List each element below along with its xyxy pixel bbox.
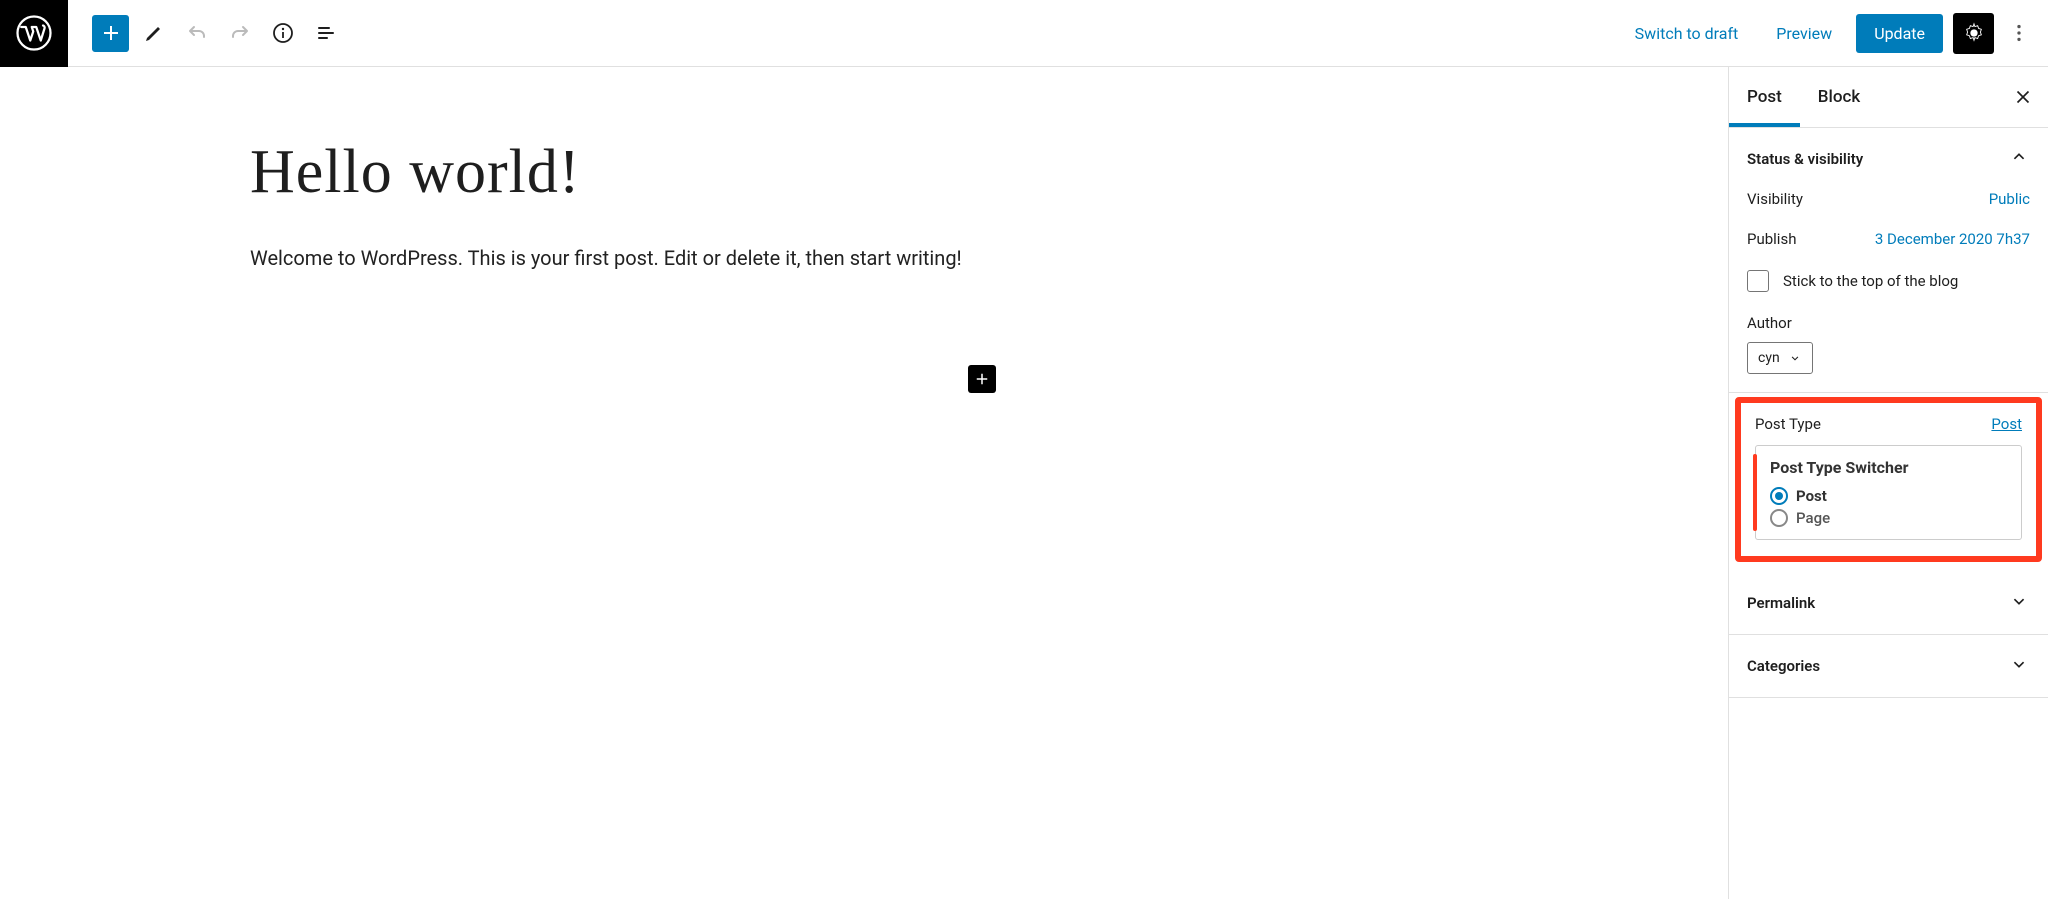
- switcher-title: Post Type Switcher: [1770, 458, 2007, 477]
- sticky-checkbox[interactable]: [1747, 270, 1769, 292]
- redo-icon: [228, 21, 252, 45]
- chevron-down-icon: [2008, 653, 2030, 679]
- dots-vertical-icon: [2008, 22, 2030, 44]
- panel-title: Categories: [1747, 657, 1820, 675]
- undo-button[interactable]: [178, 15, 215, 52]
- post-type-highlight: Post Type Post Post Type Switcher Post P…: [1735, 397, 2042, 562]
- post-type-label: Post Type: [1755, 415, 1821, 433]
- chevron-down-icon: [1788, 351, 1802, 365]
- preview-button[interactable]: Preview: [1762, 14, 1846, 53]
- radio-post-label: Post: [1796, 487, 1827, 505]
- radio-page[interactable]: [1770, 509, 1788, 527]
- wordpress-logo[interactable]: [0, 0, 68, 67]
- chevron-up-icon: [2008, 146, 2030, 172]
- outline-button[interactable]: [307, 15, 344, 52]
- sidebar-tabs: Post Block: [1729, 67, 2048, 128]
- sticky-label: Stick to the top of the blog: [1783, 272, 1958, 290]
- permalink-panel: Permalink: [1729, 572, 2048, 635]
- undo-icon: [185, 21, 209, 45]
- editor-topbar: Switch to draft Preview Update: [0, 0, 2048, 67]
- wordpress-icon: [16, 15, 52, 51]
- panel-title: Permalink: [1747, 594, 1815, 612]
- plus-icon: [973, 370, 991, 388]
- author-value: cyn: [1758, 350, 1780, 366]
- publish-date-value[interactable]: 3 December 2020 7h37: [1875, 230, 2030, 248]
- radio-option-page[interactable]: Page: [1770, 509, 2007, 527]
- categories-panel: Categories: [1729, 635, 2048, 698]
- more-options-button[interactable]: [2004, 13, 2034, 54]
- author-select[interactable]: cyn: [1747, 342, 1813, 374]
- update-button[interactable]: Update: [1856, 14, 1943, 53]
- radio-post[interactable]: [1770, 487, 1788, 505]
- gear-icon: [1963, 22, 1985, 44]
- panel-title: Status & visibility: [1747, 150, 1863, 168]
- info-button[interactable]: [264, 15, 301, 52]
- visibility-label: Visibility: [1747, 190, 1803, 208]
- info-icon: [271, 21, 295, 45]
- post-title[interactable]: Hello world!: [250, 137, 1000, 208]
- publish-label: Publish: [1747, 230, 1796, 248]
- visibility-value[interactable]: Public: [1989, 190, 2030, 208]
- status-visibility-panel: Status & visibility Visibility Public Pu…: [1729, 128, 2048, 393]
- switch-to-draft-button[interactable]: Switch to draft: [1621, 14, 1753, 53]
- post-type-switcher-card: Post Type Switcher Post Page: [1755, 445, 2022, 540]
- status-visibility-toggle[interactable]: Status & visibility: [1747, 146, 2030, 172]
- radio-option-post[interactable]: Post: [1770, 487, 2007, 505]
- chevron-down-icon: [2008, 590, 2030, 616]
- categories-toggle[interactable]: Categories: [1747, 653, 2030, 679]
- settings-button[interactable]: [1953, 13, 1994, 54]
- inline-add-block-button[interactable]: [968, 365, 996, 393]
- close-icon: [2012, 86, 2034, 108]
- editor-canvas[interactable]: Hello world! Welcome to WordPress. This …: [0, 67, 1728, 899]
- redo-button[interactable]: [221, 15, 258, 52]
- settings-sidebar: Post Block Status & visibility Visibilit…: [1728, 67, 2048, 899]
- tab-block[interactable]: Block: [1800, 67, 1878, 127]
- author-label: Author: [1747, 314, 2030, 332]
- close-sidebar-button[interactable]: [2008, 82, 2038, 112]
- list-icon: [314, 21, 338, 45]
- pencil-icon: [142, 21, 166, 45]
- edit-tool-button[interactable]: [135, 15, 172, 52]
- tab-post[interactable]: Post: [1729, 67, 1800, 127]
- post-type-value-link[interactable]: Post: [1991, 415, 2022, 433]
- permalink-toggle[interactable]: Permalink: [1747, 590, 2030, 616]
- sticky-checkbox-row[interactable]: Stick to the top of the blog: [1747, 270, 2030, 292]
- post-body-paragraph[interactable]: Welcome to WordPress. This is your first…: [250, 242, 1000, 274]
- plus-icon: [99, 21, 123, 45]
- radio-page-label: Page: [1796, 509, 1830, 527]
- add-block-button[interactable]: [92, 15, 129, 52]
